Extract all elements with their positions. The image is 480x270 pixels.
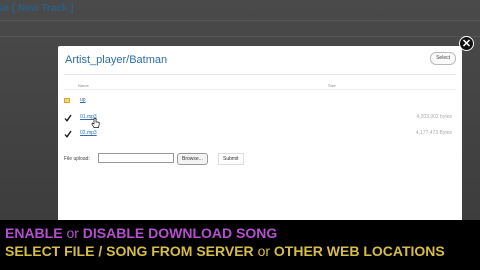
file-name[interactable]: up [80, 97, 86, 103]
check-icon[interactable] [64, 114, 72, 124]
hand-cursor-icon [91, 118, 100, 128]
background-divider [0, 36, 480, 37]
column-header-name: Name [78, 83, 89, 88]
file-name[interactable]: 02.mp3 [80, 130, 97, 136]
file-upload-input[interactable] [98, 153, 174, 163]
file-row[interactable]: 01.mp3 4,203,902 bytes [64, 113, 456, 125]
folder-icon [64, 97, 72, 103]
caption-2-part-c: OTHER WEB LOCATIONS [273, 243, 445, 259]
caption-2-part-b: or [257, 243, 271, 259]
header-divider [64, 89, 456, 90]
file-row[interactable]: 02.mp3 4,177,473 Bytes [64, 129, 456, 141]
file-size: 4,203,902 bytes [416, 114, 452, 120]
background-page-title: se [ New Track ] [0, 3, 74, 14]
caption-line-2: SELECT FILE / SONG FROM SERVER or OTHER … [5, 243, 445, 259]
close-icon[interactable]: ✕ [459, 36, 474, 51]
select-button[interactable]: Select [430, 52, 456, 65]
background-title-text: se [0, 3, 10, 14]
column-header-size: Size [328, 83, 336, 88]
caption-2-part-a: SELECT FILE / SONG FROM SERVER [5, 243, 254, 259]
submit-button[interactable]: Submit [218, 153, 244, 165]
file-row-up[interactable]: up [64, 96, 456, 108]
caption-line-1: ENABLE or DISABLE DOWNLOAD SONG [5, 225, 277, 241]
title-divider [64, 74, 456, 75]
dialog-title: Artist_player/Batman [65, 54, 168, 66]
file-browser-dialog: Artist_player/Batman Select Name Size up… [58, 46, 462, 224]
browse-button[interactable]: Browse... [177, 153, 208, 165]
caption-1-part-c: DISABLE DOWNLOAD SONG [82, 225, 278, 241]
background-divider [0, 20, 480, 21]
file-upload-label: File upload: [64, 156, 90, 162]
check-icon[interactable] [64, 130, 72, 140]
caption-1-part-b: or [66, 225, 79, 241]
caption-1-part-a: ENABLE [5, 225, 63, 241]
file-size: 4,177,473 Bytes [415, 130, 452, 136]
new-track-link[interactable]: [ New Track ] [12, 3, 74, 14]
